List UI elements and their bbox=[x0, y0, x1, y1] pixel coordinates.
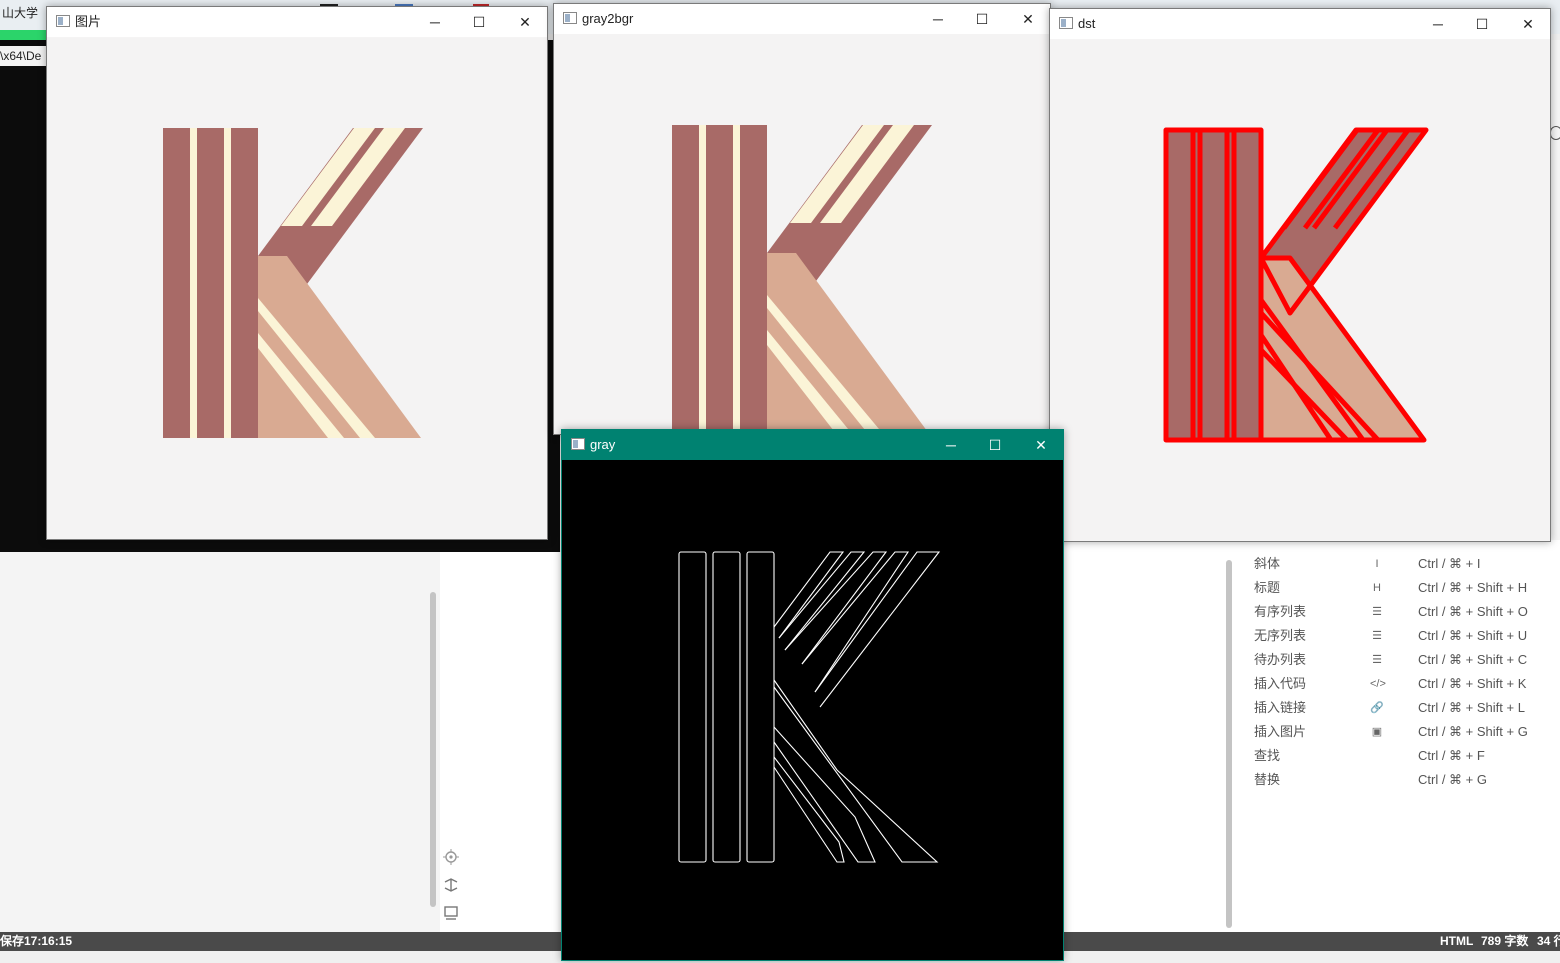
shortcut-name: 有序列表 bbox=[1254, 604, 1307, 619]
maximize-button[interactable]: ☐ bbox=[457, 7, 501, 37]
image-icon: ▣ bbox=[1371, 726, 1383, 738]
picture-window[interactable]: 图片 ─ ☐ ✕ bbox=[46, 6, 548, 540]
k-image-contours bbox=[1050, 40, 1550, 540]
close-button[interactable]: ✕ bbox=[503, 7, 547, 37]
right-edge-strip bbox=[1550, 40, 1560, 540]
italic-icon: I bbox=[1375, 558, 1379, 570]
shortcut-row: 无序列表 ☰ Ctrl / ⌘ + Shift + U bbox=[1236, 624, 1560, 648]
window-title: dst bbox=[1078, 16, 1096, 31]
help-icon[interactable] bbox=[1550, 126, 1560, 140]
shortcut-keys: Ctrl / ⌘ + Shift + O bbox=[1418, 604, 1528, 619]
window-app-icon bbox=[1059, 17, 1073, 29]
save-status: 保存17:16:15 bbox=[0, 934, 73, 948]
maximize-button[interactable]: ☐ bbox=[973, 430, 1017, 460]
fit-icon[interactable] bbox=[443, 877, 459, 893]
minimize-button[interactable]: ─ bbox=[916, 4, 960, 34]
shortcut-keys: Ctrl / ⌘ + Shift + K bbox=[1418, 676, 1527, 691]
todo-list-icon: ☰ bbox=[1372, 654, 1382, 666]
close-button[interactable]: ✕ bbox=[1506, 9, 1550, 39]
window-app-icon bbox=[563, 12, 577, 24]
shortcut-name: 标题 bbox=[1254, 580, 1281, 595]
monitor-icon[interactable] bbox=[443, 905, 459, 921]
ordered-list-icon: ☰ bbox=[1372, 606, 1382, 618]
word-count: 789 字数 bbox=[1481, 934, 1529, 948]
shortcut-keys: Ctrl / ⌘ + I bbox=[1418, 556, 1481, 571]
unordered-list-icon: ☰ bbox=[1372, 630, 1382, 642]
shortcut-keys: Ctrl / ⌘ + Shift + L bbox=[1418, 700, 1525, 715]
maximize-button[interactable]: ☐ bbox=[960, 4, 1004, 34]
shortcut-name: 无序列表 bbox=[1254, 628, 1307, 643]
shortcut-name: 插入代码 bbox=[1254, 676, 1307, 691]
gray2bgr-titlebar[interactable]: gray2bgr ─ ☐ ✕ bbox=[554, 4, 1050, 34]
desktop-top-text: 山大学 bbox=[2, 6, 39, 20]
mode-indicator: HTML bbox=[1440, 934, 1474, 948]
dst-window[interactable]: dst ─ ☐ ✕ bbox=[1049, 8, 1551, 542]
shortcut-row: 插入链接 🔗 Ctrl / ⌘ + Shift + L bbox=[1236, 696, 1560, 720]
k-image-edges bbox=[562, 460, 1063, 960]
shortcut-row: 查找 Ctrl / ⌘ + F bbox=[1236, 744, 1560, 768]
picture-canvas bbox=[47, 37, 547, 539]
picture-titlebar[interactable]: 图片 ─ ☐ ✕ bbox=[47, 7, 547, 37]
shortcut-row: 有序列表 ☰ Ctrl / ⌘ + Shift + O bbox=[1236, 600, 1560, 624]
shortcut-row: 斜体 I Ctrl / ⌘ + I bbox=[1236, 552, 1560, 576]
shortcut-row: 插入图片 ▣ Ctrl / ⌘ + Shift + G bbox=[1236, 720, 1560, 744]
shortcut-keys: Ctrl / ⌘ + Shift + G bbox=[1418, 724, 1528, 739]
shortcut-scrollbar[interactable] bbox=[1226, 560, 1232, 928]
dst-canvas bbox=[1050, 39, 1550, 541]
shortcut-name: 查找 bbox=[1254, 748, 1281, 763]
shortcut-keys: Ctrl / ⌘ + Shift + H bbox=[1418, 580, 1528, 595]
code-icon: </> bbox=[1370, 678, 1386, 690]
shortcut-name: 插入图片 bbox=[1254, 724, 1307, 739]
editor-center-pane bbox=[440, 552, 565, 932]
editor-right-pane bbox=[1063, 540, 1243, 932]
line-count: 34 行 bbox=[1537, 934, 1560, 948]
maximize-button[interactable]: ☐ bbox=[1460, 9, 1504, 39]
k-image-original bbox=[47, 38, 547, 538]
shortcut-keys: Ctrl / ⌘ + Shift + U bbox=[1418, 628, 1528, 643]
gray2bgr-canvas bbox=[554, 34, 1050, 434]
window-title: gray bbox=[590, 437, 616, 452]
shortcut-panel: 斜体 I Ctrl / ⌘ + I 标题 H Ctrl / ⌘ + Shift + H 有序… bbox=[1226, 540, 1560, 932]
shortcut-row: 插入代码 </> Ctrl / ⌘ + Shift + K bbox=[1236, 672, 1560, 696]
shortcut-row: 标题 H Ctrl / ⌘ + Shift + H bbox=[1236, 576, 1560, 600]
shortcut-name: 待办列表 bbox=[1254, 652, 1307, 667]
window-app-icon bbox=[571, 438, 585, 450]
target-icon[interactable] bbox=[443, 849, 459, 865]
window-title: gray2bgr bbox=[582, 11, 634, 26]
gray-titlebar[interactable]: gray ─ ☐ ✕ bbox=[562, 430, 1063, 460]
window-app-icon bbox=[56, 15, 70, 27]
close-button[interactable]: ✕ bbox=[1006, 4, 1050, 34]
minimize-button[interactable]: ─ bbox=[413, 7, 457, 37]
shortcut-keys: Ctrl / ⌘ + F bbox=[1418, 748, 1485, 763]
k-image-gray2bgr bbox=[554, 34, 1050, 434]
gray-canvas bbox=[562, 460, 1063, 960]
shortcut-name: 插入链接 bbox=[1254, 700, 1307, 715]
gray-window[interactable]: gray ─ ☐ ✕ bbox=[561, 429, 1064, 961]
window-title: 图片 bbox=[75, 14, 102, 29]
editor-left-pane bbox=[0, 552, 440, 932]
dst-titlebar[interactable]: dst ─ ☐ ✕ bbox=[1050, 9, 1550, 39]
minimize-button[interactable]: ─ bbox=[1416, 9, 1460, 39]
gray2bgr-window[interactable]: gray2bgr ─ ☐ ✕ bbox=[553, 3, 1051, 435]
minimize-button[interactable]: ─ bbox=[929, 430, 973, 460]
shortcut-name: 替换 bbox=[1254, 772, 1281, 787]
shortcut-keys: Ctrl / ⌘ + G bbox=[1418, 772, 1487, 787]
close-button[interactable]: ✕ bbox=[1019, 430, 1063, 460]
link-icon: 🔗 bbox=[1370, 702, 1384, 714]
left-scrollbar[interactable] bbox=[430, 592, 436, 907]
shortcut-keys: Ctrl / ⌘ + Shift + C bbox=[1418, 652, 1528, 667]
shortcut-name: 斜体 bbox=[1254, 556, 1281, 571]
heading-icon: H bbox=[1373, 582, 1381, 594]
shortcut-row: 替换 Ctrl / ⌘ + G bbox=[1236, 768, 1560, 792]
shortcut-row: 待办列表 ☰ Ctrl / ⌘ + Shift + C bbox=[1236, 648, 1560, 672]
console-path: \x64\De bbox=[0, 46, 46, 66]
